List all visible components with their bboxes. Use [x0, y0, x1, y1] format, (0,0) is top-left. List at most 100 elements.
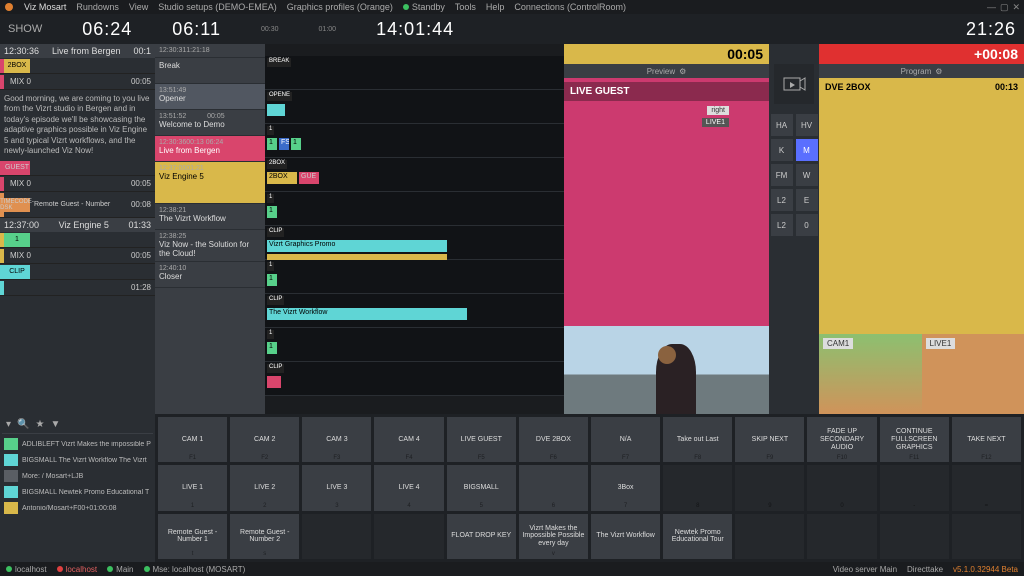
timeline-clip[interactable]: Vizrt Graphics Promo: [267, 240, 447, 252]
story-row[interactable]: MIX 000:05: [0, 74, 155, 90]
story-row[interactable]: 01:28: [0, 280, 155, 296]
transition-btn-w[interactable]: W: [796, 164, 818, 186]
timeline-track[interactable]: 11: [265, 328, 564, 362]
timeline-clip[interactable]: 2BOX: [267, 172, 297, 184]
timeline-clip[interactable]: 1: [267, 342, 277, 354]
shotbox-button[interactable]: CAM 1F1: [158, 417, 227, 462]
timeline-track[interactable]: 2BOX2BOXGUE: [265, 158, 564, 192]
shotbox-button[interactable]: CAM 3F3: [302, 417, 371, 462]
shotbox-list-item[interactable]: BIGSMALL The Vizrt Workflow The Vizrt: [2, 452, 153, 468]
shotbox-button[interactable]: Newtek Promo Educational Tour: [663, 514, 732, 559]
shotbox-button[interactable]: TAKE NEXTF12: [952, 417, 1021, 462]
search-icon[interactable]: 🔍: [17, 419, 29, 430]
shotbox-button[interactable]: DVE 2BOXF6: [519, 417, 588, 462]
shotbox-button[interactable]: [374, 514, 443, 559]
menu-tools[interactable]: Tools: [455, 2, 476, 12]
timeline-track[interactable]: BREAK: [265, 56, 564, 90]
rundown-item[interactable]: 12:38:25 Viz Now - the Solution for the …: [155, 230, 265, 262]
transition-btn-e[interactable]: E: [796, 189, 818, 211]
rundown-item[interactable]: 12:40:10 Closer: [155, 262, 265, 288]
transition-btn-l2[interactable]: L2: [771, 214, 793, 236]
shotbox-button[interactable]: [880, 514, 949, 559]
filter-icon[interactable]: ▼: [50, 419, 60, 430]
rundown-item[interactable]: 12:30:31 1:21:18: [155, 44, 265, 58]
story-row[interactable]: MIX 000:05: [0, 248, 155, 264]
timeline-track[interactable]: CLIP: [265, 362, 564, 396]
shotbox-button[interactable]: CONTINUE FULLSCREEN GRAPHICSF11: [880, 417, 949, 462]
minimize-icon[interactable]: —: [987, 2, 996, 13]
shotbox-button[interactable]: 3Box7: [591, 465, 660, 510]
shotbox-button[interactable]: -: [880, 465, 949, 510]
transition-btn-fm[interactable]: FM: [771, 164, 793, 186]
program-video[interactable]: DVE 2BOX 00:13 CAM1 LIVE1: [819, 78, 1024, 414]
shotbox-button[interactable]: Remote Guest - Number 1t: [158, 514, 227, 559]
gear-icon[interactable]: ⚙: [935, 67, 942, 76]
transition-btn-k[interactable]: K: [771, 139, 793, 161]
shotbox-button[interactable]: Take out LastF8: [663, 417, 732, 462]
gear-icon[interactable]: ⚙: [679, 67, 686, 76]
shotbox-button[interactable]: [302, 514, 371, 559]
menu-rundowns[interactable]: Rundowns: [76, 2, 119, 12]
shotbox-list-item[interactable]: Antonio/Mosart+F00+01:00:08: [2, 500, 153, 516]
story-row[interactable]: 1: [0, 232, 155, 248]
shotbox-button[interactable]: BIGSMALL5: [447, 465, 516, 510]
shotbox-button[interactable]: CAM 2F2: [230, 417, 299, 462]
story-row[interactable]: MIX 000:05: [0, 176, 155, 192]
timeline-clip[interactable]: [267, 104, 285, 116]
status-directtake[interactable]: Directtake: [907, 565, 943, 574]
preview-video[interactable]: LIVE GUEST right LIVE1: [564, 78, 769, 414]
shotbox-button[interactable]: 8: [663, 465, 732, 510]
shotbox-button[interactable]: [952, 514, 1021, 559]
rundown-list[interactable]: 12:30:31 1:21:18 Break13:51:49 Opener13:…: [155, 44, 265, 414]
shotbox-button[interactable]: LIVE GUESTF5: [447, 417, 516, 462]
shotbox-button[interactable]: 9: [735, 465, 804, 510]
rundown-item[interactable]: 12:38:21 The Vizrt Workflow: [155, 204, 265, 230]
shotbox-button[interactable]: LIVE 33: [302, 465, 371, 510]
menu-graphics[interactable]: Graphics profiles (Orange): [287, 2, 393, 12]
shotbox-button[interactable]: FADE UP SECONDARY AUDIOF10: [807, 417, 876, 462]
timeline-clip[interactable]: 1: [267, 206, 277, 218]
shotbox-button[interactable]: Remote Guest - Number 2s: [230, 514, 299, 559]
shotbox-button[interactable]: LIVE 11: [158, 465, 227, 510]
menu-connections[interactable]: Connections (ControlRoom): [514, 2, 626, 12]
timeline-clip[interactable]: [267, 376, 281, 388]
shotbox-button[interactable]: [735, 514, 804, 559]
timeline-track[interactable]: OPENE: [265, 90, 564, 124]
story-row[interactable]: 2BOX: [0, 58, 155, 74]
shotbox-list-item[interactable]: BIGSMALL Newtek Promo Educational T: [2, 484, 153, 500]
shotbox-button[interactable]: LIVE 22: [230, 465, 299, 510]
rundown-item[interactable]: 12:30:36 00:13 06:24Live from Bergen: [155, 136, 265, 162]
story-row[interactable]: CLIP: [0, 264, 155, 280]
menu-view[interactable]: View: [129, 2, 148, 12]
story-row[interactable]: GUEST: [0, 160, 155, 176]
rundown-item[interactable]: 12:37:00 01:21Viz Engine 5: [155, 162, 265, 204]
status-videoserver[interactable]: Video server Main: [833, 565, 897, 574]
transition-btn-ha[interactable]: HA: [771, 114, 793, 136]
story-header-1[interactable]: 12:30:36Live from Bergen00:1: [0, 44, 155, 58]
menu-help[interactable]: Help: [486, 2, 505, 12]
chevron-down-icon[interactable]: ▾: [6, 419, 11, 430]
shotbox-button[interactable]: [807, 514, 876, 559]
timeline-track[interactable]: 11: [265, 192, 564, 226]
shotbox-button[interactable]: FLOAT DROP KEY: [447, 514, 516, 559]
shotbox-search[interactable]: ▾ 🔍 ★ ▼: [2, 416, 153, 434]
take-icon[interactable]: [774, 64, 814, 104]
menu-studio[interactable]: Studio setups (DEMO-EMEA): [158, 2, 277, 12]
shotbox-button[interactable]: N/AF7: [591, 417, 660, 462]
menu-standby[interactable]: Standby: [403, 2, 445, 12]
timeline-track[interactable]: 11: [265, 260, 564, 294]
shotbox-button[interactable]: CAM 4F4: [374, 417, 443, 462]
timeline[interactable]: BREAKOPENE11FS12BOX2BOXGUE11CLIPVizrt Gr…: [265, 44, 564, 414]
shotbox-button[interactable]: LIVE 44: [374, 465, 443, 510]
rundown-item[interactable]: 13:51:52 00:05Welcome to Demo: [155, 110, 265, 136]
timeline-track[interactable]: CLIPVizrt Graphics Promo: [265, 226, 564, 260]
timeline-clip[interactable]: 1: [267, 274, 277, 286]
timeline-clip[interactable]: GUE: [299, 172, 319, 184]
transition-btn-l2[interactable]: L2: [771, 189, 793, 211]
timeline-clip[interactable]: FS: [279, 138, 289, 150]
timeline-track[interactable]: 11FS1: [265, 124, 564, 158]
shotbox-button[interactable]: SKIP NEXTF9: [735, 417, 804, 462]
close-icon[interactable]: ✕: [1012, 2, 1020, 13]
shotbox-button[interactable]: 0: [807, 465, 876, 510]
timeline-clip[interactable]: 1: [291, 138, 301, 150]
